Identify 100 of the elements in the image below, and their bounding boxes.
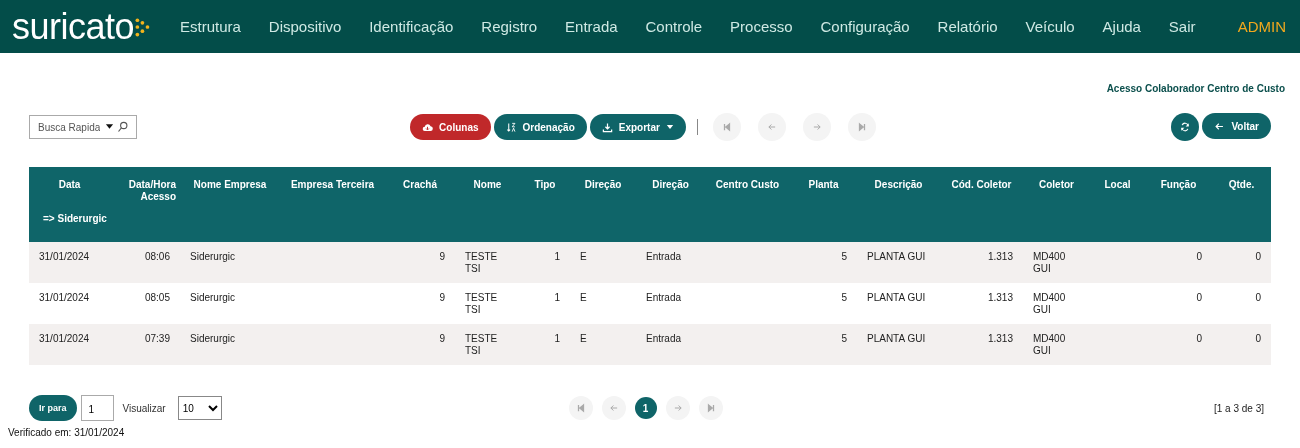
page-button[interactable]: 1 xyxy=(634,397,657,419)
table-cell: 31/01/2024 xyxy=(29,242,110,283)
nav-link[interactable]: Sair xyxy=(1156,18,1208,35)
caret-icon xyxy=(105,122,114,131)
table-cell: Entrada xyxy=(636,283,705,324)
nav-link[interactable]: Relatório xyxy=(925,18,1010,35)
table-cell: Entrada xyxy=(636,242,705,283)
table-cell: Siderurgic xyxy=(180,283,280,324)
download-icon xyxy=(601,121,613,133)
column-header[interactable]: Data xyxy=(29,167,110,213)
column-header[interactable]: Tipo xyxy=(520,167,570,213)
toolbar-button[interactable]: Ordenação xyxy=(493,114,587,140)
column-header[interactable]: Nome xyxy=(455,167,520,213)
table-cell: PLANTA GUI xyxy=(857,283,940,324)
table-cell: 1.313 xyxy=(940,242,1023,283)
table-cell: 08:05 xyxy=(110,283,180,324)
table-cell: 1 xyxy=(520,283,570,324)
table-cell: E xyxy=(570,242,636,283)
toolbar-button[interactable]: Colunas xyxy=(410,114,491,140)
column-header[interactable]: Função xyxy=(1145,167,1212,213)
table-cell: 0 xyxy=(1212,283,1271,324)
table-cell: 0 xyxy=(1145,242,1212,283)
nav-link[interactable]: Entrada xyxy=(553,18,630,35)
column-header[interactable]: Direção xyxy=(636,167,705,213)
table-cell: 31/01/2024 xyxy=(29,283,110,324)
arrow-left-icon xyxy=(766,122,777,132)
cloud-download-icon xyxy=(422,121,434,133)
column-header[interactable]: Direção xyxy=(570,167,636,213)
column-header[interactable]: Descrição xyxy=(857,167,940,213)
nav-link[interactable]: Configuração xyxy=(808,18,922,35)
nav-link[interactable]: Estrutura xyxy=(168,18,253,35)
table-cell: MD400 GUI xyxy=(1023,324,1090,365)
column-header[interactable]: Planta xyxy=(790,167,857,213)
back-button[interactable]: Voltar xyxy=(1202,113,1271,139)
column-header[interactable]: Centro Custo xyxy=(705,167,790,213)
table-cell: 5 xyxy=(790,283,857,324)
table-cell: 1.313 xyxy=(940,283,1023,324)
nav-link[interactable]: Processo xyxy=(718,18,805,35)
column-header[interactable]: Cód. Coletor xyxy=(940,167,1023,213)
nav-link[interactable]: Identificação xyxy=(357,18,466,35)
first-page-icon xyxy=(575,403,586,413)
last-page-icon xyxy=(705,403,716,413)
column-header[interactable]: Coletor xyxy=(1023,167,1090,213)
table-cell: Entrada xyxy=(636,324,705,365)
column-header[interactable]: Crachá xyxy=(385,167,455,213)
arrow-right-icon xyxy=(672,403,683,413)
group-label: => Siderurgic xyxy=(43,213,107,224)
first-page-icon xyxy=(721,122,732,132)
sort-icon xyxy=(505,121,517,133)
table-cell: 0 xyxy=(1212,242,1271,283)
table-cell: E xyxy=(570,324,636,365)
table-cell: 07:39 xyxy=(110,324,180,365)
nav-link[interactable]: Controle xyxy=(633,18,715,35)
user-name[interactable]: ADMIN xyxy=(1237,18,1286,35)
table-cell: 5 xyxy=(790,324,857,365)
last-page-icon xyxy=(856,122,867,132)
view-label: Visualizar xyxy=(122,402,166,414)
page-input[interactable]: 1 xyxy=(80,395,114,421)
table-cell: MD400 GUI xyxy=(1023,242,1090,283)
table-cell: 1 xyxy=(520,324,570,365)
toolbar-button[interactable]: Exportar xyxy=(589,114,686,140)
search-field[interactable]: Busca Rapida xyxy=(29,115,137,139)
column-header[interactable]: Data/Hora Acesso xyxy=(110,167,180,213)
table-cell: PLANTA GUI xyxy=(857,324,940,365)
table-cell: 9 xyxy=(385,324,455,365)
table-cell: Siderurgic xyxy=(180,242,280,283)
nav-link[interactable]: Registro xyxy=(469,18,550,35)
table-cell: 9 xyxy=(385,242,455,283)
table-cell: 0 xyxy=(1145,324,1212,365)
nav-link[interactable]: Ajuda xyxy=(1090,18,1153,35)
table-cell: TESTE TSI xyxy=(455,283,520,324)
table-cell: TESTE TSI xyxy=(455,242,520,283)
verified-date: Verificado em: 31/01/2024 xyxy=(8,427,126,438)
page-title: Acesso Colaborador Centro de Custo xyxy=(1106,83,1285,94)
table-cell: PLANTA GUI xyxy=(857,242,940,283)
column-header[interactable]: Local xyxy=(1090,167,1145,213)
record-count: [1 a 3 de 3] xyxy=(1212,401,1265,416)
page-size-select[interactable]: 10 xyxy=(177,396,222,420)
arrow-left-icon xyxy=(1214,120,1226,132)
refresh-button[interactable] xyxy=(1171,113,1200,141)
caret-icon xyxy=(665,123,674,131)
refresh-icon xyxy=(1180,122,1191,132)
nav-link[interactable]: Dispositivo xyxy=(256,18,354,35)
table-cell: E xyxy=(570,283,636,324)
table-cell: TESTE TSI xyxy=(455,324,520,365)
column-header[interactable]: Nome Empresa xyxy=(180,167,280,213)
table-cell: MD400 GUI xyxy=(1023,283,1090,324)
table-cell: 08:06 xyxy=(110,242,180,283)
table-cell: 1 xyxy=(520,242,570,283)
go-to-button[interactable]: Ir para xyxy=(29,395,77,421)
column-header[interactable]: Empresa Terceira xyxy=(280,167,385,213)
table-cell: 0 xyxy=(1145,283,1212,324)
column-header[interactable]: Qtde. xyxy=(1212,167,1271,213)
table-cell: 1.313 xyxy=(940,324,1023,365)
table-cell: 5 xyxy=(790,242,857,283)
logo-text: suricato xyxy=(12,8,135,45)
arrow-right-icon xyxy=(811,122,822,132)
nav-link[interactable]: Veículo xyxy=(1013,18,1087,35)
table-cell: 31/01/2024 xyxy=(29,324,110,365)
table-cell: 9 xyxy=(385,283,455,324)
